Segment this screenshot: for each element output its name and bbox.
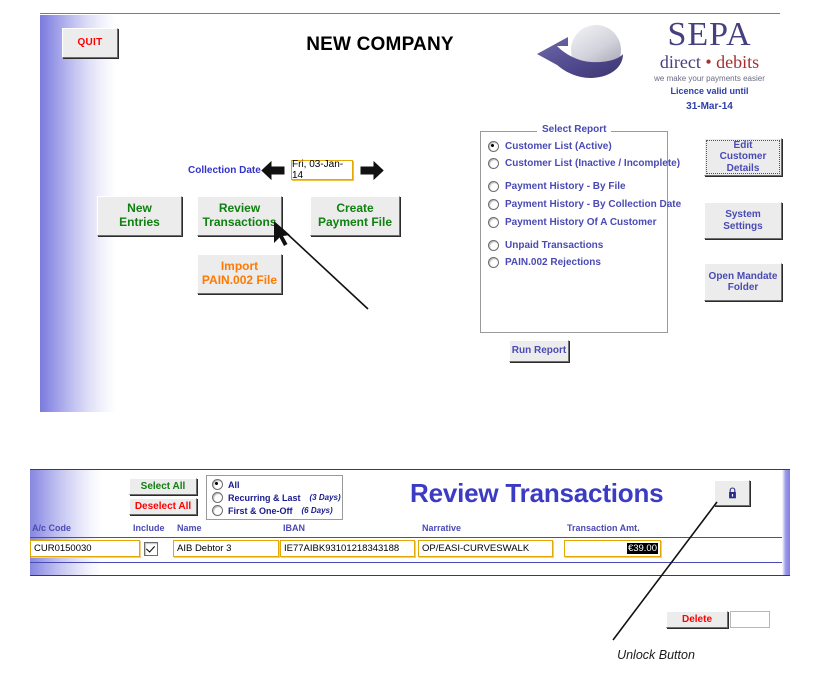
report-option-customer-list-active[interactable]: Customer List (Active) xyxy=(488,141,612,152)
radio-icon xyxy=(212,479,223,490)
deselect-all-button[interactable]: Deselect All xyxy=(129,498,197,515)
header-iban: IBAN xyxy=(283,523,305,533)
licence-date: 31-Mar-14 xyxy=(686,101,733,112)
option-label: Payment History Of A Customer xyxy=(505,217,657,228)
row-end-spacer xyxy=(730,611,770,628)
next-date-arrow-icon[interactable] xyxy=(360,160,384,181)
open-mandate-folder-button[interactable]: Open Mandate Folder xyxy=(704,263,782,301)
include-checkbox[interactable] xyxy=(144,542,158,556)
option-label: Customer List (Active) xyxy=(505,141,612,152)
sepa-main-text: SEPA xyxy=(667,16,752,53)
collection-date-value: Fri, 03-Jan-14 xyxy=(292,159,344,181)
option-label: Payment History - By File xyxy=(505,181,626,192)
page-title: NEW COMPANY xyxy=(306,34,454,55)
select-report-legend: Select Report xyxy=(537,124,612,135)
report-option-payment-history-by-file[interactable]: Payment History - By File xyxy=(488,181,626,192)
cell-narrative[interactable]: OP/EASI-CURVESWALK xyxy=(418,540,553,557)
report-option-payment-history-by-collection-date[interactable]: Payment History - By Collection Date xyxy=(488,199,681,210)
main-menu-panel: QUIT NEW COMPANY SEPA direct • debits we… xyxy=(40,13,782,412)
create-payment-file-label: Create Payment File xyxy=(317,201,393,229)
unlock-button-caption: Unlock Button xyxy=(617,648,695,662)
review-transactions-button[interactable]: Review Transactions xyxy=(197,196,282,236)
sepa-tagline: we make your payments easier xyxy=(654,74,765,83)
system-settings-button[interactable]: System Settings xyxy=(704,202,782,239)
collection-date-field[interactable]: Fri, 03-Jan-14 xyxy=(291,159,353,181)
radio-icon xyxy=(212,505,223,516)
table-header-rule xyxy=(30,537,782,538)
create-payment-file-button[interactable]: Create Payment File xyxy=(310,196,400,236)
filter-label: Recurring & Last xyxy=(228,492,301,503)
option-label: PAIN.002 Rejections xyxy=(505,257,601,268)
transactions-table-header: A/c Code Include Name IBAN Narrative Tra… xyxy=(30,523,790,537)
cell-transaction-amount[interactable]: €39.00 xyxy=(564,540,661,557)
radio-icon xyxy=(488,199,499,210)
run-report-button[interactable]: Run Report xyxy=(509,340,569,362)
cell-name[interactable]: AIB Debtor 3 xyxy=(173,540,279,557)
sepa-logo: SEPA direct • debits we make your paymen… xyxy=(535,18,780,118)
option-label: Payment History - By Collection Date xyxy=(505,199,682,210)
report-option-unpaid-transactions[interactable]: Unpaid Transactions xyxy=(488,240,603,251)
radio-icon xyxy=(488,181,499,192)
header-narrative: Narrative xyxy=(422,523,462,533)
review-transactions-label: Review Transactions xyxy=(202,201,277,229)
radio-icon xyxy=(488,158,499,169)
radio-icon xyxy=(488,141,499,152)
filter-days: (6 Days) xyxy=(301,506,333,515)
lock-icon xyxy=(728,487,736,499)
option-label: Unpaid Transactions xyxy=(505,240,604,251)
deselect-all-label: Deselect All xyxy=(134,500,192,512)
report-option-pain002-rejections[interactable]: PAIN.002 Rejections xyxy=(488,257,601,268)
delete-button[interactable]: Delete xyxy=(666,611,728,628)
transaction-filter-group: All Recurring & Last (3 Days) First & On… xyxy=(206,475,343,520)
option-label: Customer List (Inactive / Incomplete) xyxy=(505,158,681,169)
system-settings-label: System Settings xyxy=(723,209,763,232)
filter-days: (3 Days) xyxy=(309,493,341,502)
cell-iban[interactable]: IE77AIBK93101218343188 xyxy=(280,540,415,557)
table-row: CUR0150030 AIB Debtor 3 IE77AIBK93101218… xyxy=(30,540,790,628)
run-report-label: Run Report xyxy=(511,345,567,357)
filter-option-all[interactable]: All xyxy=(212,479,240,490)
edit-customer-details-label: Edit Customer Details xyxy=(719,139,767,174)
licence-label: Licence valid until xyxy=(670,86,749,96)
filter-label: First & One-Off xyxy=(228,505,293,516)
select-all-button[interactable]: Select All xyxy=(129,478,197,495)
checkbox-icon xyxy=(144,542,158,556)
review-transactions-panel: Select All Deselect All All Recurring & … xyxy=(30,469,790,628)
new-entries-button[interactable]: New Entries xyxy=(97,196,182,236)
edit-customer-details-button[interactable]: Edit Customer Details xyxy=(704,138,782,176)
import-pain002-label: Import PAIN.002 File xyxy=(201,259,278,287)
open-mandate-folder-label: Open Mandate Folder xyxy=(708,270,778,294)
header-include: Include xyxy=(133,523,165,533)
radio-icon xyxy=(488,257,499,268)
cell-ac-code[interactable]: CUR0150030 xyxy=(30,540,140,557)
new-entries-label: New Entries xyxy=(119,201,160,229)
previous-date-arrow-icon[interactable] xyxy=(261,160,285,181)
collection-date-label: Collection Date xyxy=(188,165,261,176)
filter-label: All xyxy=(228,479,240,490)
header-transaction-amt: Transaction Amt. xyxy=(567,523,640,533)
review-title: Review Transactions xyxy=(410,478,664,508)
header-name: Name xyxy=(177,523,202,533)
report-option-payment-history-of-a-customer[interactable]: Payment History Of A Customer xyxy=(488,217,657,228)
sepa-sub-text: direct • debits xyxy=(659,52,760,72)
select-all-label: Select All xyxy=(140,480,186,492)
quit-button-label: QUIT xyxy=(77,37,103,49)
report-option-customer-list-inactive[interactable]: Customer List (Inactive / Incomplete) xyxy=(488,158,680,169)
import-pain002-button[interactable]: Import PAIN.002 File xyxy=(197,254,282,294)
sepa-wordmark: SEPA direct • debits we make your paymen… xyxy=(639,18,780,114)
filter-option-recurring-and-last[interactable]: Recurring & Last (3 Days) xyxy=(212,492,341,503)
radio-icon xyxy=(212,492,223,503)
filter-option-first-and-one-off[interactable]: First & One-Off (6 Days) xyxy=(212,505,333,516)
unlock-button[interactable] xyxy=(714,480,750,506)
header-ac-code: A/c Code xyxy=(32,523,72,533)
radio-icon xyxy=(488,240,499,251)
transaction-amount-value: €39.00 xyxy=(626,543,658,554)
quit-button[interactable]: QUIT xyxy=(62,28,118,58)
sepa-swirl-icon xyxy=(537,25,623,78)
radio-icon xyxy=(488,217,499,228)
delete-label: Delete xyxy=(681,613,712,625)
table-bottom-rule xyxy=(30,562,782,563)
